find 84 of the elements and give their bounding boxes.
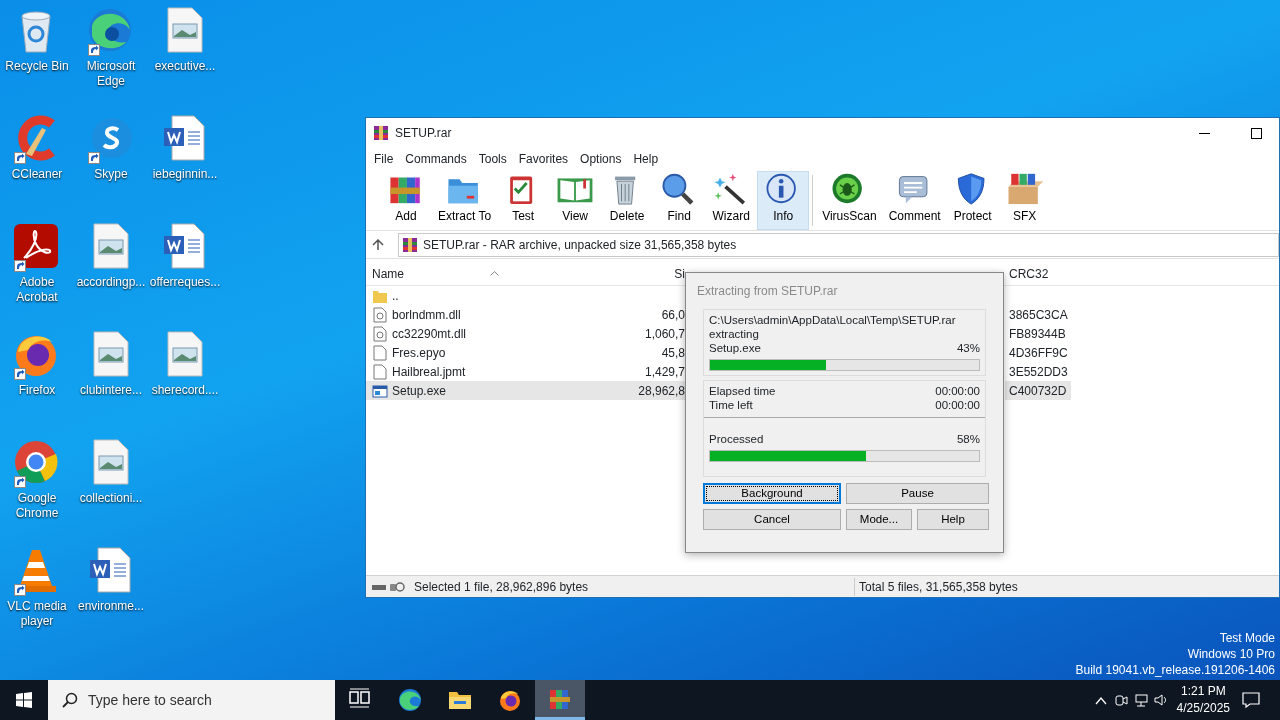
windows-logo-icon	[16, 692, 32, 708]
menu-item[interactable]: Favorites	[512, 149, 575, 168]
toolbar-button[interactable]: Protect	[946, 171, 999, 230]
table-cell-text: 3E552DD3	[1008, 363, 1069, 381]
fox-globe-icon	[498, 688, 522, 712]
column-header[interactable]: Name	[372, 264, 404, 283]
file-name-cell[interactable]: Setup.exe	[366, 381, 623, 400]
archive-app-icon	[373, 125, 389, 141]
toolbar-button[interactable]: View	[549, 171, 602, 230]
time-label: Time left	[709, 398, 753, 412]
file-name: Setup.exe	[709, 341, 761, 355]
menu-item[interactable]: Help	[627, 149, 665, 168]
search-field[interactable]: Type here to search	[48, 680, 335, 720]
window-app-icon	[372, 382, 388, 399]
archive-path: C:\Users\admin\AppData\Local\Temp\SETUP.rar	[709, 313, 956, 327]
up-arrow-icon	[372, 238, 384, 251]
volume-icon	[1153, 693, 1168, 707]
message-icon	[1242, 691, 1260, 709]
toolbar-button[interactable]: Info	[757, 171, 810, 230]
menu-item[interactable]: File	[368, 149, 400, 168]
table-cell: C400732D	[1005, 381, 1071, 400]
dialog-button[interactable]: Background	[703, 483, 841, 504]
menu-item[interactable]: Options	[574, 149, 628, 168]
drive-key-icon	[370, 580, 406, 593]
file-icon	[372, 344, 388, 361]
status-text: extracting	[709, 327, 759, 341]
toolbar-button[interactable]: Wizard	[705, 171, 758, 230]
toolbar-button[interactable]: SFX	[998, 171, 1051, 230]
window-title: SETUP.rar	[395, 125, 452, 142]
toolbar-button[interactable]: Add	[380, 171, 432, 230]
ring-logo-icon[interactable]	[12, 438, 60, 486]
system-text: Test Mode	[1218, 630, 1275, 646]
toolbar-button[interactable]: VirusScan	[816, 171, 883, 230]
address-field[interactable]: SETUP.rar - RAR archive, unpacked size 31,565,358 bytes	[398, 232, 1279, 257]
table-cell: 28,962,8	[623, 381, 685, 400]
progress-label: Processed	[709, 432, 764, 446]
pdf-app-icon[interactable]	[12, 222, 60, 270]
dialog-title: Extracting from SETUP.rar	[697, 283, 839, 300]
column-header[interactable]: CRC32	[1005, 264, 1071, 283]
table-cell-text: 4D36FF9C	[1008, 344, 1069, 362]
clock-time[interactable]: 1:21 PM	[1176, 683, 1230, 700]
archive-icon	[402, 236, 418, 253]
file-name-cell[interactable]: ..	[366, 286, 623, 305]
file-name-cell[interactable]: Fres.epyo	[366, 343, 623, 362]
menu-item[interactable]: Commands	[399, 149, 473, 168]
toolbar-button[interactable]: Extract To	[432, 171, 498, 230]
status-text: Total 5 files, 31,565,358 bytes	[854, 577, 1018, 596]
dialog-button[interactable]: Mode...	[846, 509, 912, 530]
file-name-cell[interactable]: cc32290mt.dll	[366, 324, 623, 343]
toolbar-button[interactable]: Comment	[882, 171, 947, 230]
sort-caret-icon	[490, 271, 499, 276]
system-text: Build 19041.vb_release.191206-1406	[1075, 662, 1275, 678]
dialog-button[interactable]: Pause	[846, 483, 989, 504]
system-text: Windows 10 Pro	[1186, 646, 1275, 662]
percent-text: 43%	[956, 341, 980, 355]
file-name-cell[interactable]: borlndmm.dll	[366, 305, 623, 324]
table-cell-text: 45,8	[660, 344, 685, 362]
gear-file-icon	[372, 306, 388, 323]
table-cell-text: 66,0	[660, 306, 685, 324]
file-icon	[372, 363, 388, 380]
table-cell-text: 1,060,7	[643, 325, 685, 343]
dialog-button[interactable]: Help	[917, 509, 989, 530]
time-label: Elapsed time	[709, 384, 776, 398]
file-name-cell[interactable]: Hailbreal.jpmt	[366, 362, 623, 381]
toolbar-button[interactable]: Test	[497, 171, 550, 230]
percent-text: 58%	[956, 432, 980, 446]
camera-icon	[1113, 693, 1128, 707]
table-cell-text: FB89344B	[1008, 325, 1067, 343]
table-cell-text: 3865C3CA	[1008, 306, 1069, 324]
status-text: Selected 1 file, 28,962,896 bytes	[414, 578, 590, 596]
gear-file-icon	[372, 325, 388, 342]
time-value: 00:00:00	[935, 398, 980, 412]
swirl-icon	[398, 688, 422, 712]
toolbar-button[interactable]: Find	[653, 171, 706, 230]
maximize-icon	[1250, 127, 1262, 139]
time-value: 00:00:00	[935, 384, 980, 398]
table-cell-text: 1,429,7	[643, 363, 685, 381]
swirl-icon[interactable]	[86, 6, 134, 54]
dialog-button[interactable]: Cancel	[703, 509, 841, 530]
toolbar-button[interactable]: Delete	[601, 171, 654, 230]
network-icon	[1133, 693, 1148, 707]
clock-date[interactable]: 4/25/2025	[1176, 700, 1230, 717]
column-header[interactable]: Si	[623, 264, 685, 283]
menu-item[interactable]: Tools	[472, 149, 513, 168]
